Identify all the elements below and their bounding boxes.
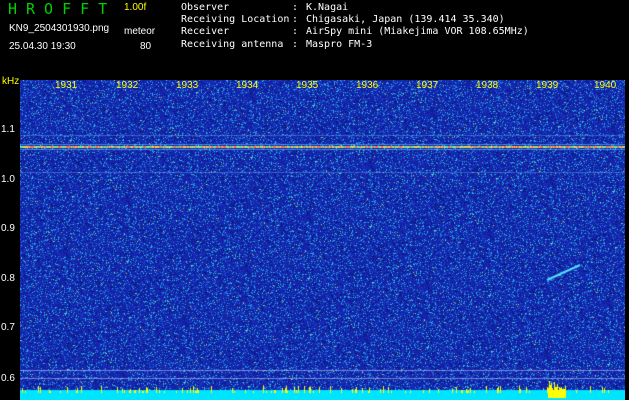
x-tick-label: 1933 — [176, 80, 199, 91]
info-key: Observer — [181, 2, 230, 13]
info-row-observer: Observer : K.Nagai — [181, 2, 529, 14]
x-tick-label: 1936 — [356, 80, 379, 91]
x-tick-label: 1935 — [296, 80, 319, 91]
info-value: AirSpy mini (Miakejima VOR 108.65MHz) — [306, 26, 529, 38]
info-value: Maspro FM-3 — [306, 38, 373, 50]
spectrogram-plot — [20, 80, 625, 400]
y-tick-label: 1.0 — [1, 174, 15, 185]
info-key: Receiving Location — [181, 14, 290, 26]
info-separator: : — [292, 38, 299, 50]
info-value: Chigasaki, Japan (139.414 35.340) — [306, 14, 505, 26]
version-label: 1.00f — [124, 2, 147, 13]
y-tick-label: 0.7 — [1, 322, 15, 333]
info-separator: : — [292, 2, 299, 13]
info-key: Receiver — [181, 26, 230, 38]
info-value: K.Nagai — [306, 2, 349, 13]
info-row-receiver: Receiver : AirSpy mini (Miakejima VOR 10… — [181, 26, 529, 38]
x-tick-label: 1931 — [55, 80, 78, 91]
y-tick-label: 1.1 — [1, 124, 15, 135]
info-separator: : — [292, 14, 299, 26]
filename-label: KN9_2504301930.png — [9, 23, 110, 34]
info-row-antenna: Receiving antenna : Maspro FM-3 — [181, 39, 529, 51]
x-tick-label: 1940 — [594, 80, 617, 91]
spectrogram-canvas — [20, 80, 625, 400]
info-key: Receiving antenna — [181, 38, 284, 50]
x-tick-label: 1934 — [236, 80, 259, 91]
plot-right-border — [625, 80, 629, 400]
info-separator: : — [292, 26, 299, 38]
header-panel: HROFFT 1.00f KN9_2504301930.png 25.04.30… — [0, 0, 629, 76]
y-tick-label: 0.8 — [1, 273, 15, 284]
y-tick-label: 0.6 — [1, 373, 15, 384]
x-tick-label: 1938 — [476, 80, 499, 91]
mode-value: 80 — [140, 41, 152, 52]
x-tick-label: 1937 — [416, 80, 439, 91]
info-row-location: Receiving Location : Chigasaki, Japan (1… — [181, 14, 529, 26]
x-tick-label: 1932 — [116, 80, 139, 91]
mode-label: meteor — [124, 26, 156, 37]
station-info-table: Observer : K.Nagai Receiving Location : … — [181, 2, 529, 51]
app-title: HROFFT — [8, 0, 117, 18]
y-axis: 1.1 1.0 0.9 0.8 0.7 0.6 — [0, 0, 20, 400]
y-tick-label: 0.9 — [1, 223, 15, 234]
x-tick-label: 1939 — [536, 80, 559, 91]
